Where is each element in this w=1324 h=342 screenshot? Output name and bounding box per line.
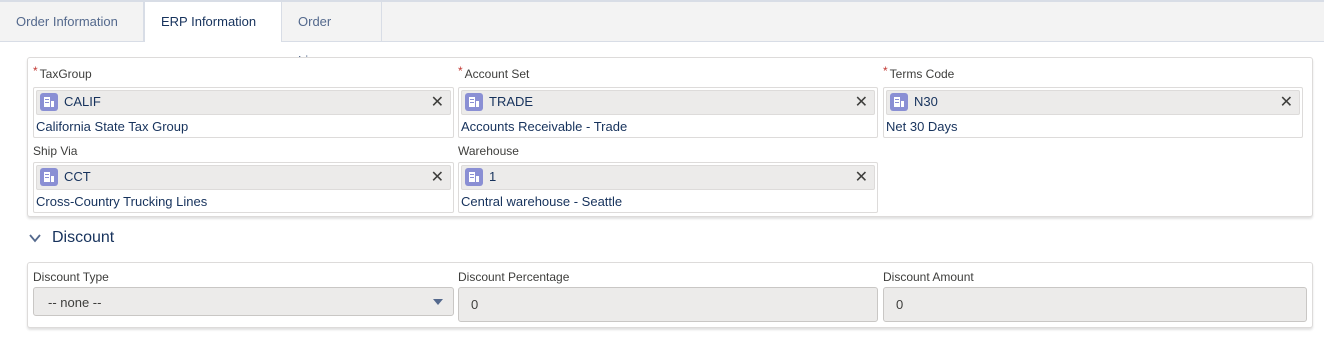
erp-card: * TaxGroup CALIF ✕ California State Tax G…: [27, 57, 1313, 217]
required-marker: *: [33, 64, 38, 78]
account-set-lookup[interactable]: TRADE ✕ Accounts Receivable - Trade: [458, 87, 878, 138]
discount-card: Discount Type -- none -- Discount Percen…: [27, 262, 1313, 328]
account-set-label: * Account Set: [458, 64, 530, 81]
terms-code-lookup[interactable]: N30 ✕ Net 30 Days: [883, 87, 1303, 138]
warehouse-value: 1: [489, 169, 497, 184]
tax-group-description: California State Tax Group: [36, 119, 189, 134]
discount-amount-value: 0: [896, 297, 904, 312]
tab-erp-information[interactable]: ERP Information: [144, 2, 282, 42]
record-icon: [890, 93, 908, 111]
discount-type-select[interactable]: -- none --: [33, 287, 454, 316]
discount-section-title: Discount: [52, 229, 115, 246]
discount-amount-field[interactable]: 0: [883, 287, 1307, 322]
warehouse-description: Central warehouse - Seattle: [461, 194, 623, 209]
discount-type-value: -- none --: [48, 295, 102, 310]
close-icon[interactable]: ✕: [855, 167, 868, 187]
terms-code-value: N30: [914, 94, 938, 109]
close-icon[interactable]: ✕: [431, 167, 444, 187]
account-set-description: Accounts Receivable - Trade: [461, 119, 628, 134]
ship-via-label: Ship Via: [33, 144, 78, 158]
account-set-pill[interactable]: TRADE ✕: [461, 90, 875, 115]
chevron-down-icon: [28, 231, 42, 250]
discount-percentage-value: 0: [471, 297, 479, 312]
tab-order-information[interactable]: Order Information: [0, 2, 144, 41]
tax-group-label: * TaxGroup: [33, 64, 92, 81]
ship-via-value: CCT: [64, 169, 91, 184]
ship-via-pill[interactable]: CCT ✕: [36, 165, 451, 190]
terms-code-description: Net 30 Days: [886, 119, 958, 134]
tax-group-value: CALIF: [64, 94, 101, 109]
terms-code-pill[interactable]: N30 ✕: [886, 90, 1300, 115]
account-set-value: TRADE: [489, 94, 534, 109]
record-icon: [40, 168, 58, 186]
warehouse-label: Warehouse: [458, 144, 519, 158]
discount-amount-label: Discount Amount: [883, 270, 974, 284]
discount-percentage-label: Discount Percentage: [458, 270, 570, 284]
discount-type-label: Discount Type: [33, 270, 109, 284]
dropdown-arrow-icon: [433, 299, 443, 305]
tab-bar: Order Information ERP Information Order …: [0, 2, 1324, 68]
ship-via-description: Cross-Country Trucking Lines: [36, 194, 208, 209]
warehouse-pill[interactable]: 1 ✕: [461, 165, 875, 190]
warehouse-lookup[interactable]: 1 ✕ Central warehouse - Seattle: [458, 162, 878, 213]
discount-percentage-field[interactable]: 0: [458, 287, 878, 322]
tax-group-pill[interactable]: CALIF ✕: [36, 90, 451, 115]
record-icon: [465, 168, 483, 186]
record-icon: [40, 93, 58, 111]
required-marker: *: [458, 64, 463, 78]
record-icon: [465, 93, 483, 111]
close-icon[interactable]: ✕: [855, 92, 868, 112]
terms-code-label: * Terms Code: [883, 64, 955, 81]
required-marker: *: [883, 64, 888, 78]
close-icon[interactable]: ✕: [1280, 92, 1293, 112]
ship-via-lookup[interactable]: CCT ✕ Cross-Country Trucking Lines: [33, 162, 454, 213]
close-icon[interactable]: ✕: [431, 92, 444, 112]
tab-order-lines[interactable]: Order Lines: [282, 2, 382, 68]
tax-group-lookup[interactable]: CALIF ✕ California State Tax Group: [33, 87, 454, 138]
